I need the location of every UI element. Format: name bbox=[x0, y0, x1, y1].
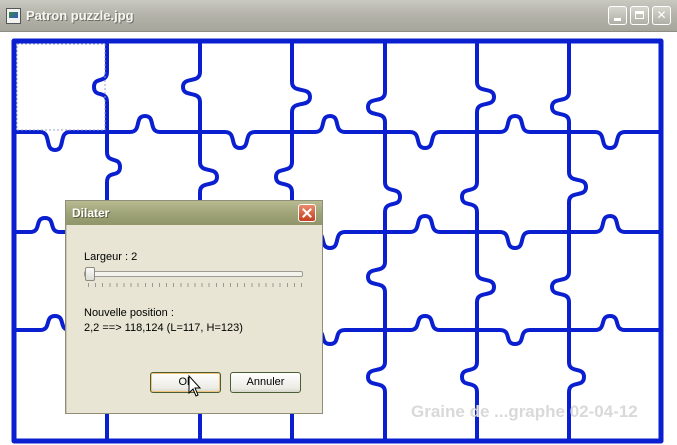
mouse-cursor-icon bbox=[188, 375, 202, 397]
new-position-value: 2,2 ==> 118,124 (L=117, H=123) bbox=[84, 322, 243, 334]
close-button[interactable]: ✕ bbox=[652, 6, 671, 25]
dialog-close-button[interactable] bbox=[298, 204, 316, 222]
image-file-icon[interactable] bbox=[6, 8, 21, 24]
watermark-text: Graine de ...graphe 02-04-12 bbox=[411, 402, 638, 421]
maximize-icon bbox=[635, 11, 644, 19]
ok-button[interactable]: Ok bbox=[150, 372, 221, 393]
dialog-title: Dilater bbox=[72, 206, 110, 220]
image-window: Patron puzzle.jpg ✕ Graine de ...graphe … bbox=[0, 0, 677, 445]
width-slider-thumb[interactable] bbox=[85, 267, 95, 281]
minimize-button[interactable] bbox=[608, 6, 627, 25]
window-titlebar[interactable]: Patron puzzle.jpg ✕ bbox=[0, 0, 677, 32]
maximize-button[interactable] bbox=[630, 6, 649, 25]
minimize-icon bbox=[614, 18, 621, 21]
width-slider-track[interactable] bbox=[84, 271, 303, 277]
width-label: Largeur : 2 bbox=[84, 251, 138, 263]
new-position-label: Nouvelle position : bbox=[84, 307, 174, 319]
window-title: Patron puzzle.jpg bbox=[26, 8, 134, 23]
cancel-button[interactable]: Annuler bbox=[230, 372, 301, 393]
slider-ticks bbox=[88, 283, 302, 287]
dialog-titlebar[interactable]: Dilater bbox=[66, 201, 322, 225]
